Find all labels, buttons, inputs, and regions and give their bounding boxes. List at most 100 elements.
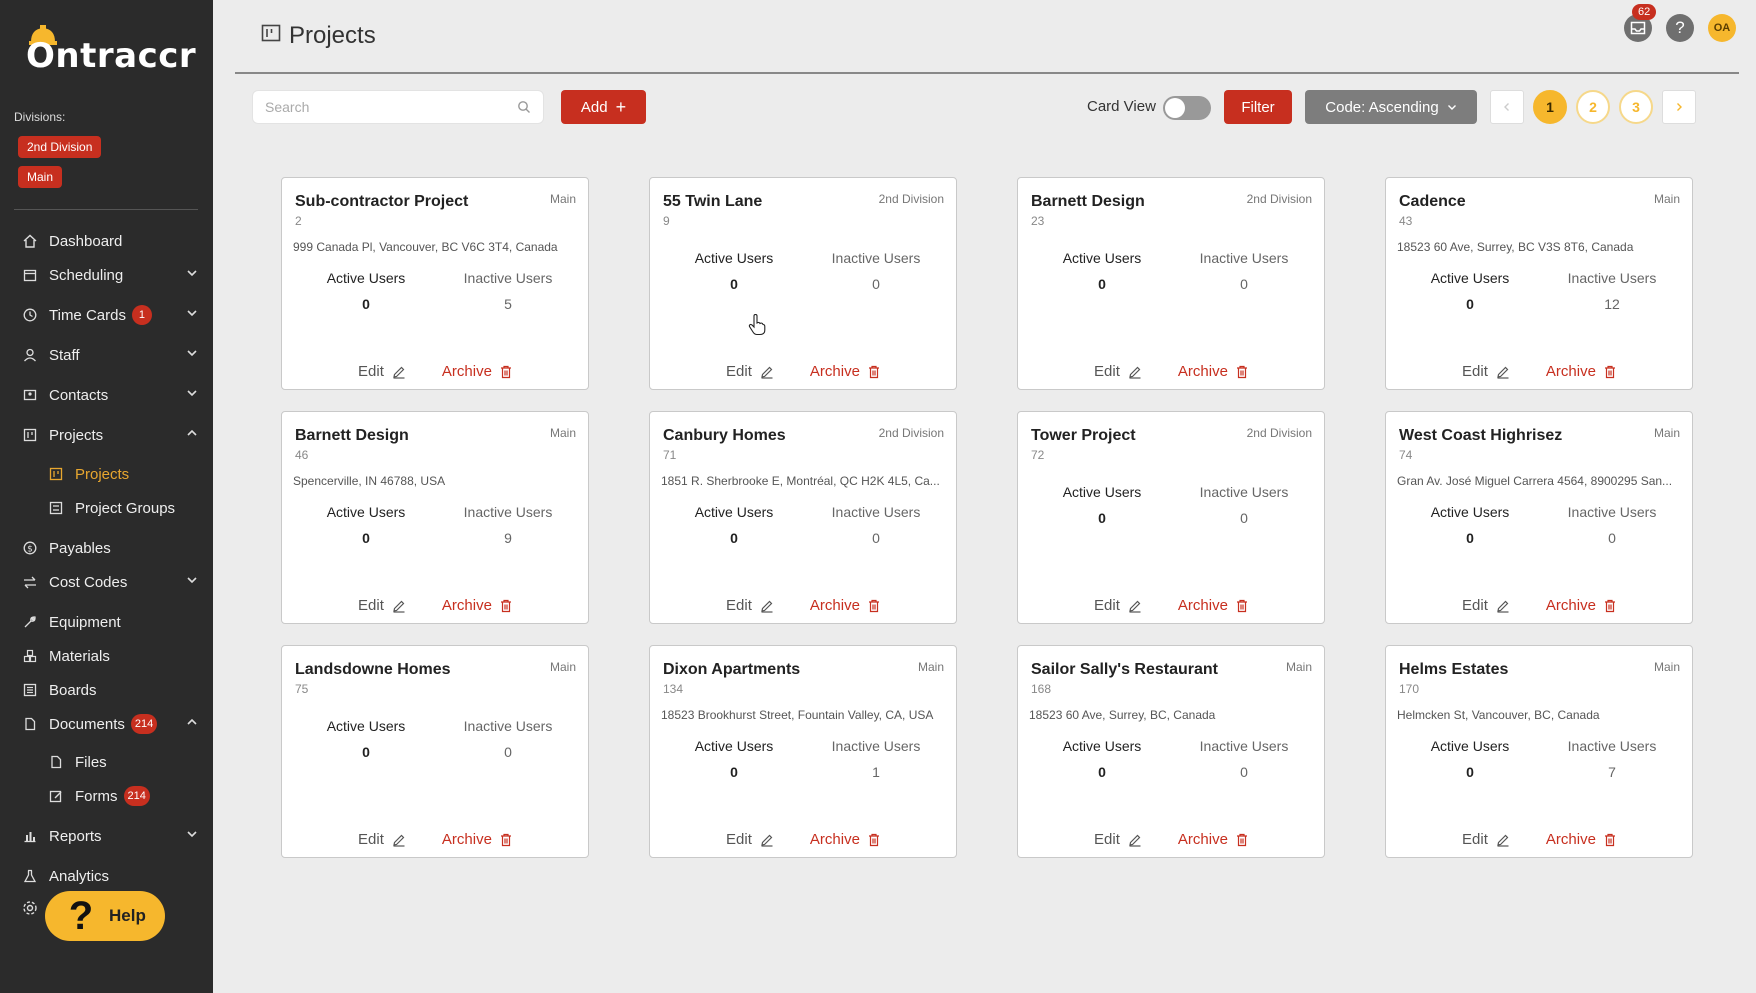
sidebar-item-projects[interactable]: Projects	[22, 421, 198, 449]
project-card[interactable]: Sub-contractor Project Main 2 999 Canada…	[281, 177, 589, 390]
edit-button[interactable]: Edit	[358, 831, 406, 848]
inactive-users: Inactive Users 12	[1552, 270, 1672, 312]
project-address: 999 Canada Pl, Vancouver, BC V6C 3T4, Ca…	[293, 240, 558, 254]
sidebar-item-equipment[interactable]: Equipment	[22, 608, 198, 636]
sidebar-item-materials[interactable]: Materials	[22, 642, 198, 670]
project-name[interactable]: Barnett Design	[1031, 193, 1145, 211]
sidebar-item-project-groups[interactable]: Project Groups	[48, 494, 198, 522]
sidebar-item-documents[interactable]: Documents 214	[22, 710, 198, 738]
notifications-button[interactable]: 62	[1624, 4, 1657, 42]
inactive-users: Inactive Users 0	[816, 504, 936, 546]
help-icon[interactable]: ?	[1666, 14, 1694, 42]
edit-button[interactable]: Edit	[1094, 363, 1142, 380]
add-button[interactable]: Add +	[561, 90, 646, 124]
sidebar-item-contacts[interactable]: Contacts	[22, 381, 198, 409]
division-badge-main[interactable]: Main	[18, 166, 63, 188]
project-name[interactable]: Tower Project	[1031, 427, 1136, 445]
project-card[interactable]: 55 Twin Lane 2nd Division 9 Active Users…	[649, 177, 957, 390]
project-card[interactable]: Tower Project 2nd Division 72 Active Use…	[1017, 411, 1325, 624]
sidebar-item-forms[interactable]: Forms 214	[48, 782, 198, 810]
logo[interactable]: Ontraccr	[26, 24, 196, 76]
edit-button[interactable]: Edit	[358, 597, 406, 614]
sort-select[interactable]: Code: Ascending	[1305, 90, 1477, 124]
archive-button[interactable]: Archive	[1178, 597, 1248, 614]
search-box[interactable]	[252, 90, 544, 124]
page-1-button[interactable]: 1	[1533, 90, 1567, 124]
archive-button[interactable]: Archive	[1178, 363, 1248, 380]
sidebar-item-label: Dashboard	[49, 232, 123, 250]
project-card[interactable]: Canbury Homes 2nd Division 71 1851 R. Sh…	[649, 411, 957, 624]
project-card[interactable]: Helms Estates Main 170 Helmcken St, Vanc…	[1385, 645, 1693, 858]
trash-icon	[500, 833, 511, 846]
prev-page-button[interactable]	[1490, 90, 1524, 124]
sidebar-item-projects-sub[interactable]: Projects	[48, 460, 198, 488]
project-card[interactable]: Barnett Design 2nd Division 23 Active Us…	[1017, 177, 1325, 390]
project-name[interactable]: Helms Estates	[1399, 661, 1508, 679]
card-view-toggle[interactable]	[1163, 96, 1211, 120]
project-card[interactable]: West Coast Highrisez Main 74 Gran Av. Jo…	[1385, 411, 1693, 624]
edit-button[interactable]: Edit	[1094, 597, 1142, 614]
card-actions: Edit Archive	[1018, 363, 1324, 380]
archive-button[interactable]: Archive	[1546, 597, 1616, 614]
project-division: 2nd Division	[1246, 426, 1312, 440]
archive-button[interactable]: Archive	[810, 363, 880, 380]
sidebar-item-payables[interactable]: $ Payables	[22, 534, 198, 562]
archive-button[interactable]: Archive	[1546, 363, 1616, 380]
next-page-button[interactable]	[1662, 90, 1696, 124]
project-name[interactable]: 55 Twin Lane	[663, 193, 762, 211]
materials-icon	[22, 648, 38, 664]
edit-button[interactable]: Edit	[1094, 831, 1142, 848]
division-badge-2nd[interactable]: 2nd Division	[18, 136, 102, 158]
archive-button[interactable]: Archive	[1546, 831, 1616, 848]
project-name[interactable]: Sub-contractor Project	[295, 193, 468, 211]
trash-icon	[1236, 599, 1247, 612]
sidebar-item-time-cards[interactable]: Time Cards 1	[22, 301, 198, 329]
help-button[interactable]: ? Help	[45, 891, 165, 941]
edit-button[interactable]: Edit	[1462, 363, 1510, 380]
project-card[interactable]: Landsdowne Homes Main 75 Active Users 0 …	[281, 645, 589, 858]
project-card[interactable]: Cadence Main 43 18523 60 Ave, Surrey, BC…	[1385, 177, 1693, 390]
archive-button[interactable]: Archive	[810, 597, 880, 614]
project-card[interactable]: Barnett Design Main 46 Spencerville, IN …	[281, 411, 589, 624]
avatar[interactable]: OA	[1708, 14, 1736, 42]
project-name[interactable]: Barnett Design	[295, 427, 409, 445]
edit-button[interactable]: Edit	[358, 363, 406, 380]
sidebar-item-reports[interactable]: Reports	[22, 822, 198, 850]
project-name[interactable]: Cadence	[1399, 193, 1466, 211]
sidebar-item-label: Materials	[49, 647, 110, 665]
archive-button[interactable]: Archive	[810, 831, 880, 848]
project-name[interactable]: Landsdowne Homes	[295, 661, 451, 679]
project-name[interactable]: Canbury Homes	[663, 427, 786, 445]
edit-button[interactable]: Edit	[726, 363, 774, 380]
sidebar-item-boards[interactable]: Boards	[22, 676, 198, 704]
project-card[interactable]: Sailor Sally's Restaurant Main 168 18523…	[1017, 645, 1325, 858]
edit-button[interactable]: Edit	[726, 597, 774, 614]
page-title: Projects	[261, 22, 376, 50]
project-name[interactable]: Dixon Apartments	[663, 661, 800, 679]
inactive-users-count: 0	[1240, 764, 1248, 780]
project-name[interactable]: West Coast Highrisez	[1399, 427, 1562, 445]
page-2-button[interactable]: 2	[1576, 90, 1610, 124]
gear-icon[interactable]	[22, 900, 38, 916]
project-card[interactable]: Dixon Apartments Main 134 18523 Brookhur…	[649, 645, 957, 858]
page-3-button[interactable]: 3	[1619, 90, 1653, 124]
archive-button[interactable]: Archive	[442, 597, 512, 614]
edit-button[interactable]: Edit	[726, 831, 774, 848]
sidebar-item-dashboard[interactable]: Dashboard	[22, 227, 198, 255]
archive-button[interactable]: Archive	[442, 831, 512, 848]
search-input[interactable]	[265, 99, 517, 115]
archive-button[interactable]: Archive	[1178, 831, 1248, 848]
sidebar-item-analytics[interactable]: Analytics	[22, 862, 198, 890]
sidebar-item-cost-codes[interactable]: Cost Codes	[22, 568, 198, 596]
edit-button[interactable]: Edit	[1462, 831, 1510, 848]
sidebar-item-files[interactable]: Files	[48, 748, 198, 776]
archive-button[interactable]: Archive	[442, 363, 512, 380]
chevron-down-icon	[187, 831, 197, 838]
chevron-up-icon	[187, 429, 197, 436]
sidebar-item-scheduling[interactable]: Scheduling	[22, 261, 198, 289]
inactive-users-count: 5	[504, 296, 512, 312]
project-name[interactable]: Sailor Sally's Restaurant	[1031, 661, 1218, 679]
edit-button[interactable]: Edit	[1462, 597, 1510, 614]
sidebar-item-staff[interactable]: Staff	[22, 341, 198, 369]
filter-button[interactable]: Filter	[1224, 90, 1292, 124]
